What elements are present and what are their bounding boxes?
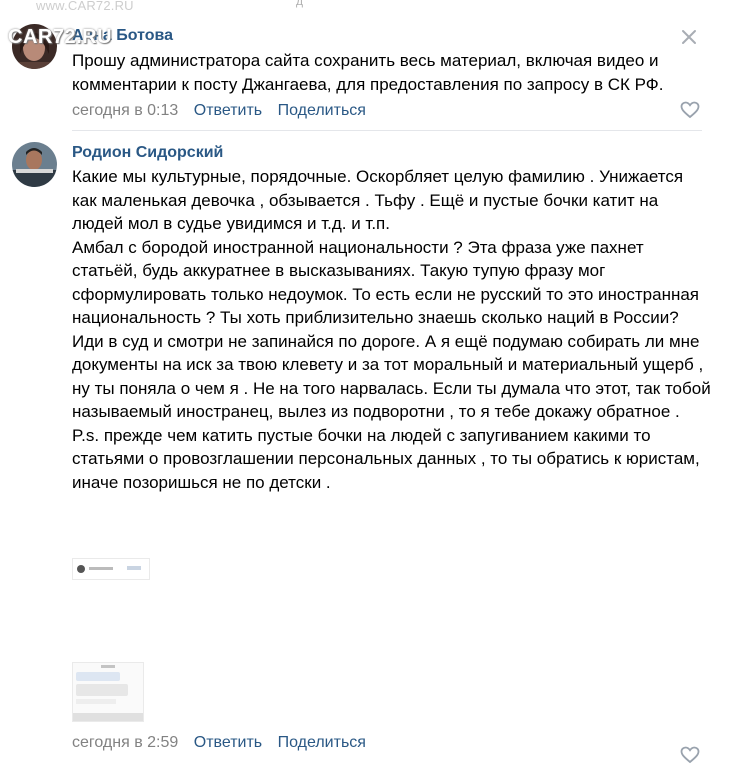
comment-time[interactable]: сегодня в 0:13 (72, 102, 178, 119)
heart-icon[interactable] (680, 746, 700, 764)
avatar[interactable] (12, 142, 57, 187)
share-link[interactable]: Поделиться (278, 734, 366, 751)
comment-meta: сегодня в 0:13 Ответить Поделиться (72, 102, 377, 120)
comment-text: Какие мы культурные, порядочные. Оскорбл… (72, 165, 712, 494)
reply-link[interactable]: Ответить (194, 102, 262, 119)
watermark-logo: CAR72.RU (8, 26, 113, 48)
site-watermark: www.CAR72.RU CAR72.RU (6, 0, 134, 56)
comment-author[interactable]: Родион Сидорский (72, 144, 223, 162)
comment-text: Прошу администратора сайта сохранить вес… (72, 49, 712, 96)
comment-paragraph: P.s. прежде чем катить пустые бочки на л… (72, 425, 700, 492)
comment-paragraph: Какие мы культурные, порядочные. Оскорбл… (72, 167, 684, 233)
share-link[interactable]: Поделиться (278, 102, 366, 119)
comment-time[interactable]: сегодня в 2:59 (72, 734, 178, 751)
comment-rodion: Родион Сидорский Какие мы культурные, по… (0, 130, 737, 766)
comment-meta: сегодня в 2:59 Ответить Поделиться (72, 734, 377, 752)
heart-icon[interactable] (680, 101, 700, 119)
close-icon[interactable] (680, 28, 698, 46)
attachment-thumbnail[interactable] (72, 558, 150, 580)
watermark-url: www.CAR72.RU (36, 0, 134, 13)
attachment-thumbnail[interactable] (72, 662, 144, 722)
comment-paragraph: Прошу администратора сайта сохранить вес… (72, 51, 664, 94)
comment-paragraph: Иди в суд и смотри не запинайся по дорог… (72, 331, 711, 422)
comment-paragraph: Амбал с бородой иностранной национальнос… (72, 237, 700, 328)
reply-link[interactable]: Ответить (194, 734, 262, 751)
